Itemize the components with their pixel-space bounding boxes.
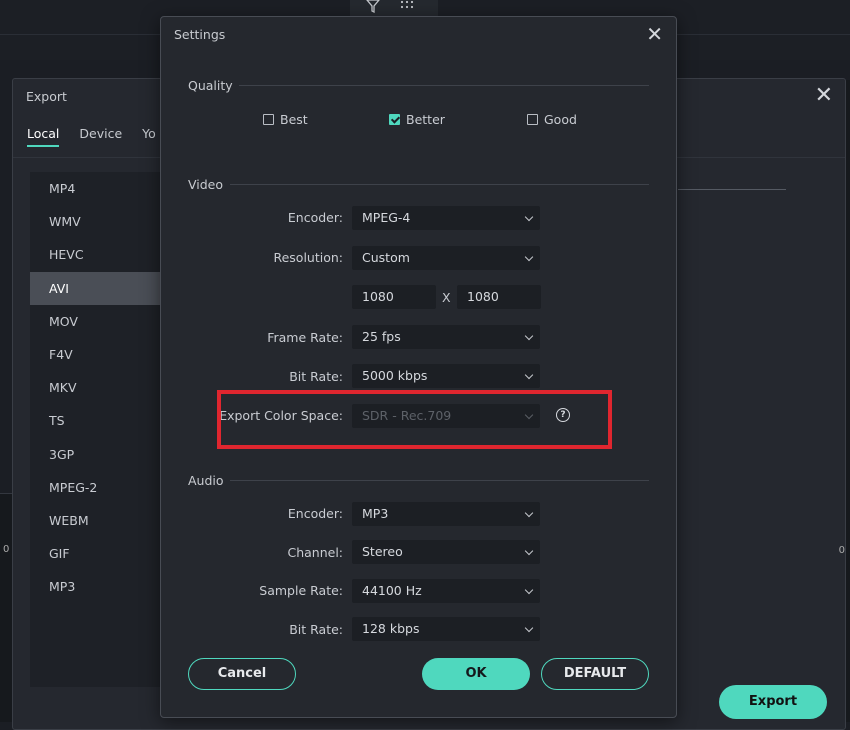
quality-rule	[239, 85, 649, 86]
export-field-underline	[678, 189, 786, 190]
video-encoder-dropdown[interactable]: MPEG-4	[352, 206, 540, 230]
format-item-webm[interactable]: WEBM	[30, 504, 161, 537]
resolution-label: Resolution:	[273, 250, 343, 265]
quality-heading: Quality	[188, 78, 233, 93]
audio-encoder-label: Encoder:	[287, 506, 343, 521]
chevron-down-icon	[524, 623, 534, 633]
default-button[interactable]: DEFAULT	[541, 658, 649, 690]
format-item-3gp[interactable]: 3GP	[30, 438, 161, 471]
format-list: MP4 WMV HEVC AVI MOV F4V MKV TS 3GP MPEG…	[30, 172, 161, 687]
audio-bit-rate-value: 128 kbps	[362, 621, 420, 636]
quality-better-option[interactable]: Better	[389, 112, 445, 127]
export-button[interactable]: Export	[719, 685, 827, 719]
video-bit-rate-value: 5000 kbps	[362, 368, 428, 383]
format-item-f4v[interactable]: F4V	[30, 338, 161, 371]
chevron-down-icon	[524, 252, 534, 262]
quality-better-label: Better	[406, 112, 445, 127]
settings-title: Settings	[174, 27, 226, 42]
video-bit-rate-label: Bit Rate:	[289, 369, 343, 384]
channel-label: Channel:	[287, 545, 343, 560]
resolution-dropdown[interactable]: Custom	[352, 246, 540, 270]
video-encoder-value: MPEG-4	[362, 210, 411, 225]
filter-icon[interactable]	[366, 0, 380, 17]
audio-encoder-value: MP3	[362, 506, 389, 521]
resolution-value: Custom	[362, 250, 410, 265]
format-item-hevc[interactable]: HEVC	[30, 238, 161, 271]
tab-youtube[interactable]: Yo	[142, 126, 156, 147]
grid-dots-icon[interactable]	[400, 0, 414, 15]
resolution-width-input[interactable]: 1080	[352, 285, 436, 309]
sample-rate-value: 44100 Hz	[362, 583, 422, 598]
audio-rule	[230, 480, 649, 481]
sample-rate-label: Sample Rate:	[259, 583, 343, 598]
quality-good-label: Good	[544, 112, 577, 127]
quality-good-checkbox[interactable]	[527, 114, 538, 125]
quality-best-checkbox[interactable]	[263, 114, 274, 125]
export-tabs: Local Device Yo	[27, 126, 156, 147]
format-item-mp3[interactable]: MP3	[30, 570, 161, 603]
settings-dialog: Settings ✕ Quality Best Better Good Vide…	[160, 16, 677, 718]
tab-device[interactable]: Device	[79, 126, 122, 147]
format-item-mkv[interactable]: MKV	[30, 371, 161, 404]
quality-better-checkbox[interactable]	[389, 114, 400, 125]
channel-dropdown[interactable]: Stereo	[352, 540, 540, 564]
export-window-title: Export	[26, 89, 67, 104]
format-item-mpeg2[interactable]: MPEG-2	[30, 471, 161, 504]
channel-value: Stereo	[362, 544, 403, 559]
audio-heading: Audio	[188, 473, 224, 488]
chevron-down-icon	[524, 585, 534, 595]
quality-good-option[interactable]: Good	[527, 112, 577, 127]
frame-rate-label: Frame Rate:	[267, 330, 343, 345]
frame-rate-value: 25 fps	[362, 329, 401, 344]
resolution-height-input[interactable]: 1080	[457, 285, 541, 309]
export-close-icon[interactable]: ✕	[815, 83, 833, 108]
format-item-wmv[interactable]: WMV	[30, 205, 161, 238]
chevron-down-icon	[524, 370, 534, 380]
tab-local[interactable]: Local	[27, 126, 60, 147]
video-rule	[230, 184, 649, 185]
chevron-down-icon	[524, 508, 534, 518]
quality-best-label: Best	[280, 112, 308, 127]
audio-bit-rate-dropdown[interactable]: 128 kbps	[352, 617, 540, 641]
chevron-down-icon	[524, 212, 534, 222]
toolbar-strip	[350, 0, 438, 16]
settings-close-icon[interactable]: ✕	[646, 22, 663, 46]
chevron-down-icon	[524, 331, 534, 341]
format-item-mp4[interactable]: MP4	[30, 172, 161, 205]
frame-rate-dropdown[interactable]: 25 fps	[352, 325, 540, 349]
quality-best-option[interactable]: Best	[263, 112, 308, 127]
video-bit-rate-dropdown[interactable]: 5000 kbps	[352, 364, 540, 388]
format-item-ts[interactable]: TS	[30, 404, 161, 437]
format-item-avi[interactable]: AVI	[30, 271, 161, 305]
format-item-mov[interactable]: MOV	[30, 305, 161, 338]
chevron-down-icon	[524, 546, 534, 556]
audio-encoder-dropdown[interactable]: MP3	[352, 502, 540, 526]
cancel-button[interactable]: Cancel	[188, 658, 296, 690]
video-heading: Video	[188, 177, 224, 192]
export-side-fragment: 0	[838, 545, 845, 556]
format-item-gif[interactable]: GIF	[30, 537, 161, 570]
audio-bit-rate-label: Bit Rate:	[289, 622, 343, 637]
timeline-left-strip: 0	[0, 493, 12, 722]
ok-button[interactable]: OK	[422, 658, 530, 690]
highlight-box	[217, 390, 612, 449]
video-encoder-label: Encoder:	[287, 210, 343, 225]
sample-rate-dropdown[interactable]: 44100 Hz	[352, 579, 540, 603]
timeline-tick: 0	[3, 544, 10, 555]
resolution-x-separator: X	[442, 290, 451, 305]
